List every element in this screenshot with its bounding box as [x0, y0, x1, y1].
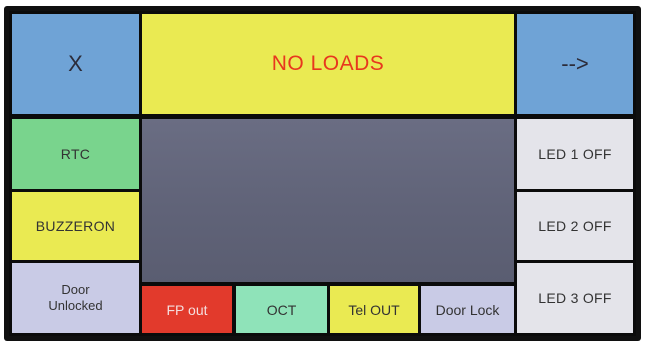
led2-button[interactable]: LED 2 OFF [517, 192, 633, 260]
display-area [142, 119, 514, 282]
oct-label: OCT [266, 301, 297, 318]
arrow-right-icon: --> [561, 51, 589, 76]
buzzer-button[interactable]: BUZZERON [12, 192, 139, 260]
status-title: NO LOADS [142, 14, 514, 114]
device-bezel: X NO LOADS --> RTC BUZZERON Door Unlocke… [4, 6, 641, 341]
door-status-button[interactable]: Door Unlocked [12, 263, 139, 333]
door-lock-button[interactable]: Door Lock [421, 286, 514, 333]
buzzer-label: BUZZERON [35, 218, 116, 234]
led2-label: LED 2 OFF [538, 218, 612, 234]
close-icon: X [68, 51, 83, 76]
led3-label: LED 3 OFF [538, 290, 612, 306]
title-text: NO LOADS [271, 52, 385, 75]
fp-out-button[interactable]: FP out [142, 286, 232, 333]
close-button[interactable]: X [12, 14, 139, 114]
led3-button[interactable]: LED 3 OFF [517, 263, 633, 333]
led1-button[interactable]: LED 1 OFF [517, 119, 633, 189]
rtc-button[interactable]: RTC [12, 119, 139, 189]
oct-button[interactable]: OCT [236, 286, 327, 333]
next-button[interactable]: --> [517, 14, 633, 114]
touch-screen: X NO LOADS --> RTC BUZZERON Door Unlocke… [9, 11, 636, 336]
tel-out-button[interactable]: Tel OUT [330, 286, 418, 333]
rtc-label: RTC [60, 146, 91, 162]
led1-label: LED 1 OFF [538, 146, 612, 162]
door-lock-label: Door Lock [435, 301, 500, 318]
door-status-label: Door Unlocked [48, 282, 103, 313]
fp-out-label: FP out [166, 301, 208, 318]
tel-out-label: Tel OUT [348, 301, 400, 318]
